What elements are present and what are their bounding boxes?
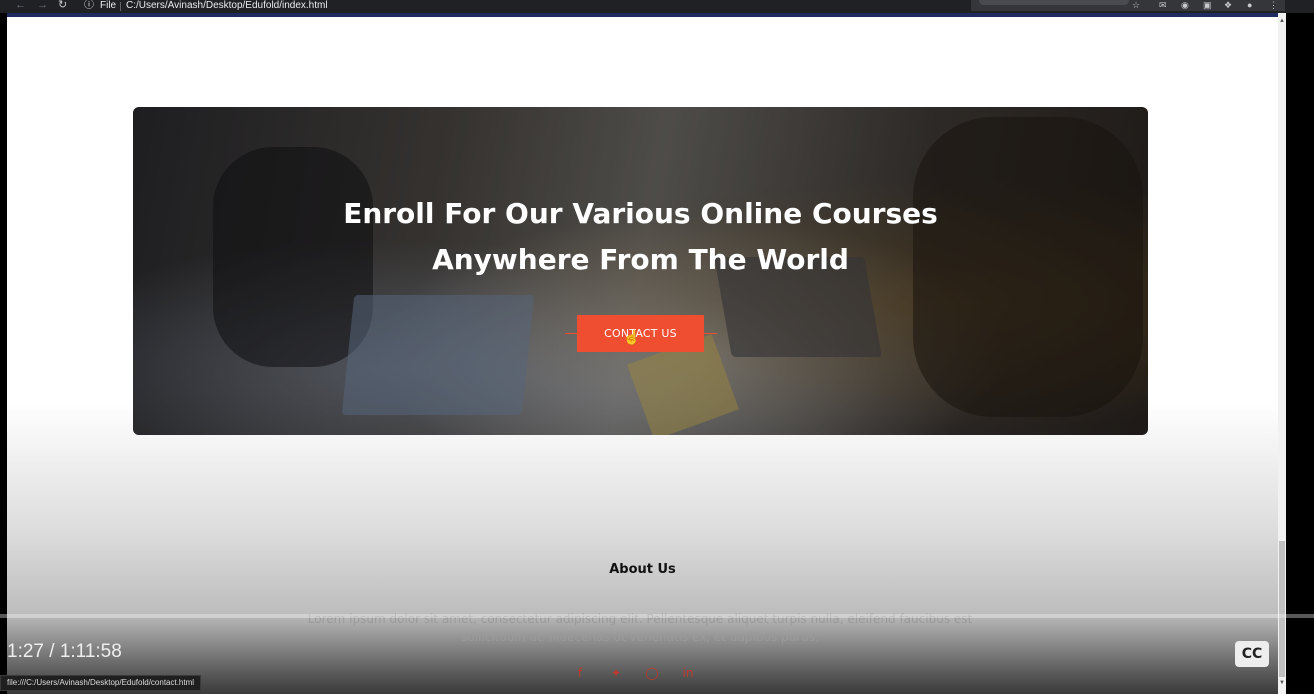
menu-kebab-icon[interactable]: ⋮ xyxy=(1269,0,1278,11)
tab-search-pill[interactable] xyxy=(979,0,1129,5)
contact-cta: CONTACT US ☝ xyxy=(565,315,717,352)
banner-title-line-2: Anywhere From The World xyxy=(432,243,849,276)
scroll-down-icon[interactable]: ▼ xyxy=(1278,679,1286,687)
banner-title-line-1: Enroll For Our Various Online Courses xyxy=(343,197,938,230)
twitter-icon[interactable]: ✦ xyxy=(608,665,624,681)
back-arrow-icon[interactable]: ← xyxy=(15,0,26,13)
contact-us-button[interactable]: CONTACT US xyxy=(577,315,704,352)
extensions-area: ☆ ✉ ◉ ▣ ❖ ● ⋮ xyxy=(971,0,1285,11)
header-edge xyxy=(7,13,1278,17)
extension-icon[interactable]: ◉ xyxy=(1181,0,1189,11)
reload-icon[interactable]: ↻ xyxy=(58,0,67,13)
status-bar-url: file:///C:/Users/Avinash/Desktop/Edufold… xyxy=(0,675,202,691)
gmail-extension-icon[interactable]: ✉ xyxy=(1159,0,1167,11)
extension-icon-2[interactable]: ▣ xyxy=(1203,0,1212,11)
closed-captions-button[interactable]: CC xyxy=(1235,641,1269,667)
video-progress-bar[interactable] xyxy=(0,614,1314,618)
file-label: File xyxy=(100,0,117,11)
browser-toolbar: ← → ↻ ⓘ File C:/Users/Avinash/Desktop/Ed… xyxy=(0,0,1314,13)
vertical-scrollbar[interactable]: ▲ ▼ xyxy=(1278,13,1286,694)
page-viewport: Enroll For Our Various Online Courses An… xyxy=(7,13,1278,694)
forward-arrow-icon[interactable]: → xyxy=(37,0,48,13)
address-bar-url[interactable]: C:/Users/Avinash/Desktop/Edufold/index.h… xyxy=(126,0,328,11)
profile-avatar-icon[interactable]: ● xyxy=(1247,0,1252,11)
linkedin-icon[interactable]: in xyxy=(680,665,696,681)
scroll-up-icon[interactable]: ▲ xyxy=(1278,17,1286,25)
info-icon[interactable]: ⓘ xyxy=(84,0,94,13)
enroll-banner: Enroll For Our Various Online Courses An… xyxy=(133,107,1148,435)
bookmark-star-icon[interactable]: ☆ xyxy=(1132,0,1140,11)
divider xyxy=(120,2,121,11)
instagram-icon[interactable]: ◯ xyxy=(644,665,660,681)
scrollbar-thumb[interactable] xyxy=(1279,541,1285,677)
video-timestamp: 1:27 / 1:11:58 xyxy=(7,641,122,662)
facebook-icon[interactable]: f xyxy=(572,665,588,681)
banner-title: Enroll For Our Various Online Courses An… xyxy=(133,191,1148,283)
puzzle-extensions-icon[interactable]: ❖ xyxy=(1224,0,1232,11)
social-links: f ✦ ◯ in xyxy=(572,665,696,685)
player-side-edge xyxy=(1286,13,1314,694)
about-heading: About Us xyxy=(609,562,676,577)
